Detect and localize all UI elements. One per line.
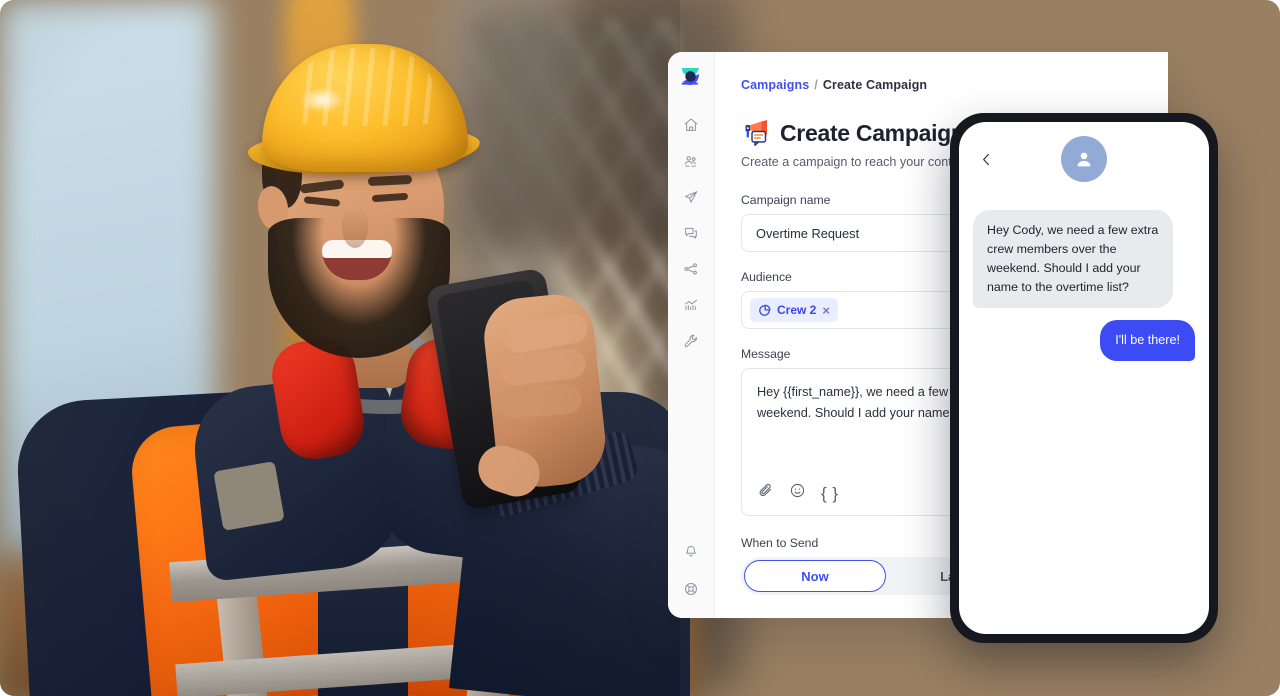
megaphone-icon <box>741 118 771 148</box>
sidebar-item-campaigns[interactable] <box>676 182 706 212</box>
phone-screen: Hey Cody, we need a few extra crew membe… <box>959 122 1209 634</box>
sidebar-item-settings-tools[interactable] <box>676 326 706 356</box>
emoji-button[interactable] <box>789 482 806 504</box>
attach-button[interactable] <box>757 482 774 504</box>
paperclip-icon <box>759 483 771 497</box>
smiley-icon <box>790 483 805 498</box>
sidebar-item-contacts[interactable] <box>676 146 706 176</box>
audience-chip-label: Crew 2 <box>777 303 817 317</box>
home-icon <box>684 118 698 131</box>
photo-vignette <box>0 0 680 696</box>
branch-nodes-icon <box>684 263 697 275</box>
bell-icon <box>686 545 696 557</box>
lifebuoy-icon <box>685 583 697 595</box>
merge-field-button[interactable]: { } <box>821 485 839 502</box>
phone-message-thread: Hey Cody, we need a few extra crew membe… <box>959 196 1209 634</box>
message-toolbar: { } <box>757 482 839 504</box>
phone-back-button[interactable] <box>975 148 997 170</box>
wrench-icon <box>684 334 697 348</box>
paper-plane-icon <box>684 191 698 203</box>
app-logo[interactable] <box>678 64 704 90</box>
chat-bubbles-icon <box>685 227 697 239</box>
message-bubble-outgoing: I'll be there! <box>1100 320 1195 361</box>
when-to-send-option-now[interactable]: Now <box>744 560 886 592</box>
sidebar-item-home[interactable] <box>676 110 706 140</box>
page-title: Create Campaign <box>780 119 965 146</box>
segment-pie-icon <box>759 304 771 316</box>
phone-conversation-header <box>959 122 1209 196</box>
breadcrumb-separator: / <box>814 78 818 92</box>
message-bubble-incoming: Hey Cody, we need a few extra crew membe… <box>973 210 1173 309</box>
audience-chip-crew-2[interactable]: Crew 2 × <box>750 298 838 322</box>
analytics-chart-icon <box>684 299 697 311</box>
app-sidebar <box>668 52 715 618</box>
breadcrumb-current: Create Campaign <box>822 78 928 92</box>
campaign-name-value: Overtime Request <box>756 225 860 241</box>
people-icon <box>684 156 697 167</box>
sidebar-item-workflows[interactable] <box>676 254 706 284</box>
sidebar-item-help[interactable] <box>676 574 706 604</box>
breadcrumb-campaigns-link[interactable]: Campaigns <box>741 78 809 92</box>
user-avatar-icon <box>1077 152 1091 167</box>
audience-chip-remove-icon[interactable]: × <box>822 304 830 317</box>
screenshot-root: Campaigns / Create Campaign Create Campa… <box>0 0 1280 696</box>
sidebar-item-analytics[interactable] <box>676 290 706 320</box>
chevron-left-icon <box>982 153 989 165</box>
sidebar-item-conversations[interactable] <box>676 218 706 248</box>
sidebar-item-notifications[interactable] <box>676 536 706 566</box>
phone-mockup: Hey Cody, we need a few extra crew membe… <box>950 113 1218 643</box>
phone-contact-avatar[interactable] <box>1061 136 1107 182</box>
breadcrumb: Campaigns / Create Campaign <box>741 78 1140 92</box>
